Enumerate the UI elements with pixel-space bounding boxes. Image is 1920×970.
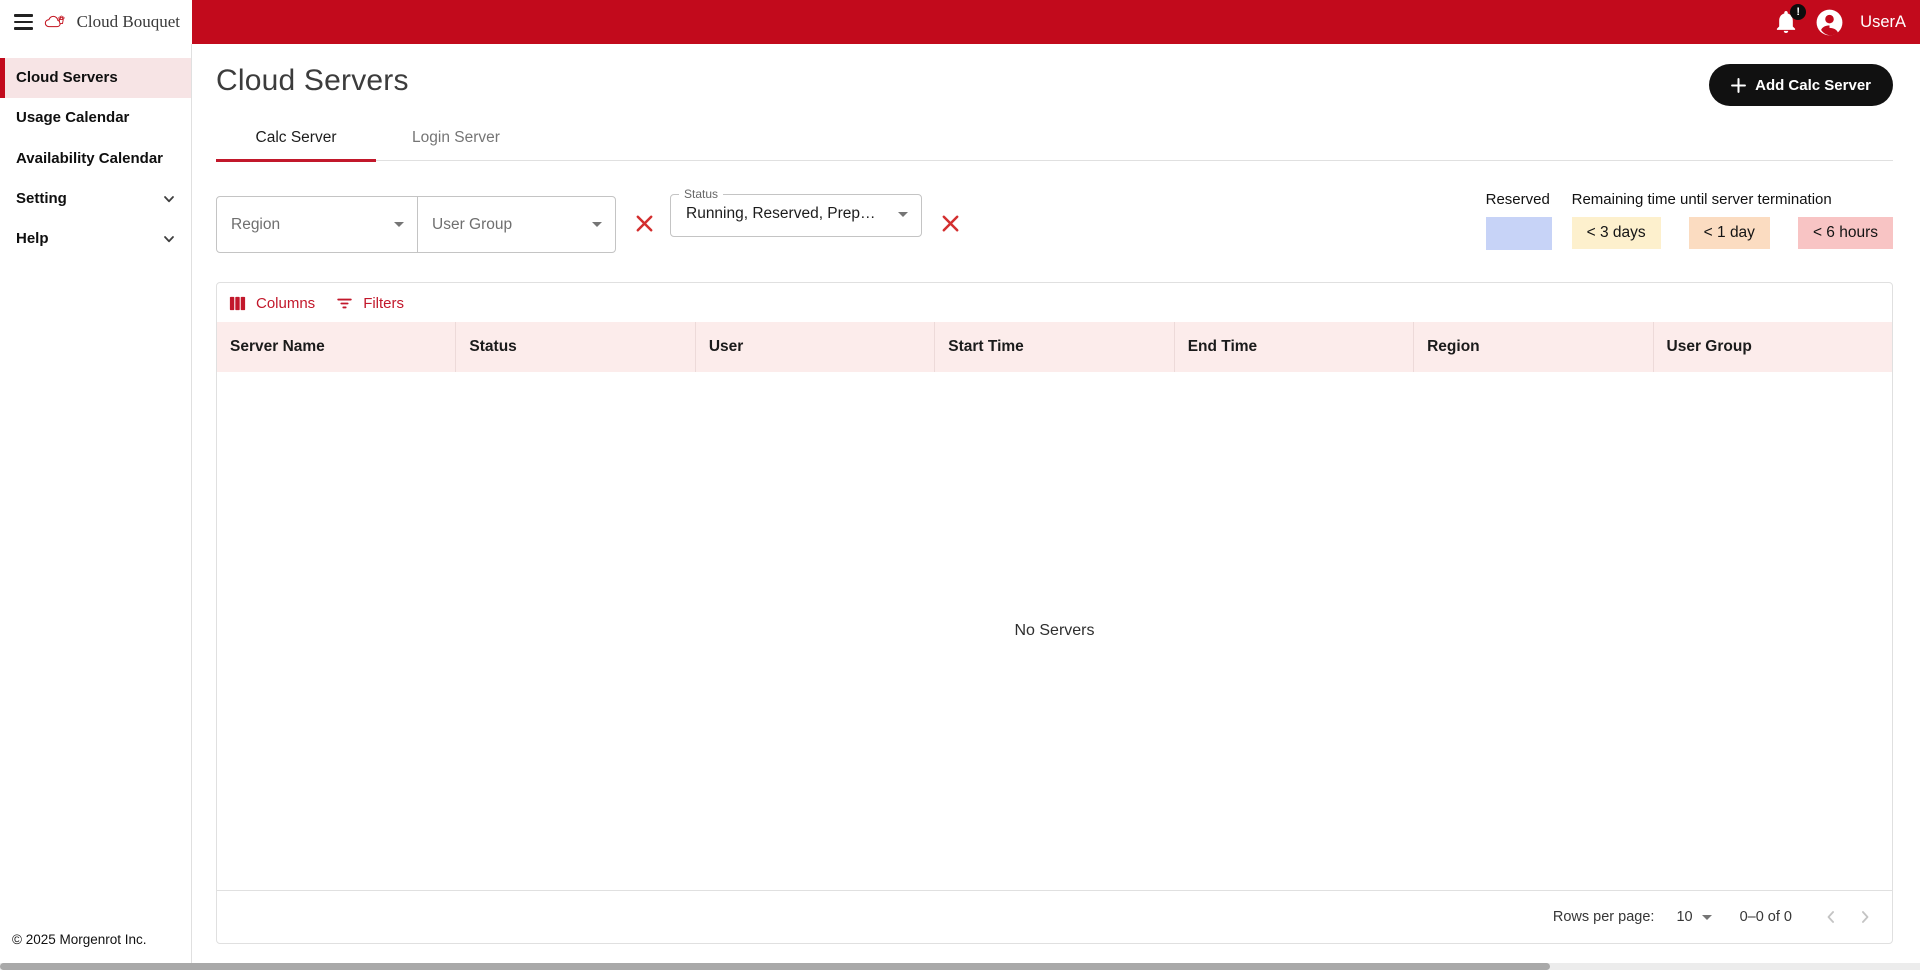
reserved-legend-label: Reserved [1486,191,1552,208]
copyright-text: © 2025 Morgenrot Inc. [0,932,191,963]
dropdown-caret-icon [898,212,908,217]
next-page-button[interactable] [1848,900,1882,934]
rows-per-page-select[interactable]: 10 [1676,909,1711,925]
top-bar: Cloud Bouquet ! UserA [0,0,1920,44]
sidebar-item-cloud-servers[interactable]: Cloud Servers [0,58,191,98]
chevron-left-icon [1821,907,1841,927]
region-select[interactable]: Region [217,197,417,252]
chevron-down-icon [161,191,177,207]
status-select[interactable]: Running, Reserved, Prep… [671,200,921,236]
rows-per-page-label: Rows per page: [1553,909,1655,925]
column-header-user[interactable]: User [696,322,935,372]
sidebar-item-label: Setting [16,189,67,209]
clear-status-filter-button[interactable] [939,212,962,235]
column-header-server-name[interactable]: Server Name [217,322,456,372]
servers-table: Columns Filters Server Name Status User … [216,282,1893,944]
tab-login-server[interactable]: Login Server [376,118,536,160]
table-pagination: Rows per page: 10 0–0 of 0 [217,890,1892,943]
empty-message: No Servers [1014,622,1094,640]
sidebar-item-help[interactable]: Help [0,219,191,259]
brand-name: Cloud Bouquet [77,12,180,32]
column-header-region[interactable]: Region [1414,322,1653,372]
sidebar-item-label: Help [16,229,49,249]
status-color-legend: Reserved Remaining time until server ter… [1486,191,1893,250]
notification-badge: ! [1790,4,1806,20]
user-group-select[interactable]: User Group [417,197,615,252]
user-avatar-icon[interactable] [1814,7,1845,38]
username[interactable]: UserA [1860,13,1906,32]
scrollbar-thumb[interactable] [0,963,1550,970]
tab-calc-server[interactable]: Calc Server [216,118,376,162]
cloud-bouquet-logo-icon [43,9,67,36]
chevron-down-icon [161,231,177,247]
close-icon [939,212,962,235]
remaining-time-legend-title: Remaining time until server termination [1572,191,1893,208]
chip-1-day: < 1 day [1689,217,1770,249]
columns-button[interactable]: Columns [228,294,315,313]
add-calc-server-button[interactable]: Add Calc Server [1709,64,1893,106]
main-content: Cloud Servers Add Calc Server Calc Serve… [192,44,1920,963]
dropdown-caret-icon [1702,915,1712,920]
reserved-legend: Reserved [1486,191,1552,250]
remaining-time-chips: < 3 days < 1 day < 6 hours [1572,217,1893,249]
filter-bar: Region User Group Status [216,179,1893,253]
chip-6-hours: < 6 hours [1798,217,1893,249]
page-header: Cloud Servers Add Calc Server [216,64,1893,106]
columns-button-label: Columns [256,295,315,312]
user-group-select-placeholder: User Group [432,216,512,234]
column-header-start-time[interactable]: Start Time [935,322,1174,372]
page-title: Cloud Servers [216,64,409,98]
menu-icon[interactable] [14,14,33,30]
sidebar-item-label: Usage Calendar [16,108,129,128]
status-select-value: Running, Reserved, Prep… [686,205,876,223]
sidebar: Cloud Servers Usage Calendar Availabilit… [0,44,192,963]
status-filter-fieldset: Status Running, Reserved, Prep… [670,188,922,237]
server-type-tabs: Calc Server Login Server [216,118,1893,161]
column-header-user-group[interactable]: User Group [1654,322,1892,372]
filters-button[interactable]: Filters [335,294,404,313]
filter-icon [335,294,354,313]
region-select-placeholder: Region [231,216,280,234]
plus-icon [1731,78,1746,93]
app-body: Cloud Servers Usage Calendar Availabilit… [0,44,1920,963]
chevron-right-icon [1855,907,1875,927]
previous-page-button[interactable] [1814,900,1848,934]
remaining-time-legend: Remaining time until server termination … [1572,191,1893,250]
dropdown-caret-icon [394,222,404,227]
notifications-button[interactable]: ! [1773,9,1799,35]
sidebar-item-usage-calendar[interactable]: Usage Calendar [0,98,191,138]
dropdown-caret-icon [592,222,602,227]
horizontal-scrollbar[interactable] [0,963,1920,970]
region-usergroup-select-group: Region User Group [216,196,616,253]
pagination-range: 0–0 of 0 [1740,909,1792,925]
table-empty-state: No Servers [217,372,1892,890]
app-window: Cloud Bouquet ! UserA Cloud Servers [0,0,1920,970]
rows-per-page-value: 10 [1676,909,1692,925]
close-icon [633,212,656,235]
chip-3-days: < 3 days [1572,217,1661,249]
column-header-status[interactable]: Status [456,322,695,372]
reserved-color-swatch [1486,217,1552,250]
sidebar-item-label: Cloud Servers [16,68,118,88]
column-header-end-time[interactable]: End Time [1175,322,1414,372]
brand-area: Cloud Bouquet [0,0,192,44]
status-filter-label: Status [679,188,723,200]
filters-button-label: Filters [363,295,404,312]
top-bar-actions: ! UserA [192,0,1920,44]
clear-region-usergroup-filter-button[interactable] [633,212,656,235]
columns-icon [228,294,247,313]
sidebar-item-setting[interactable]: Setting [0,179,191,219]
add-calc-server-label: Add Calc Server [1755,77,1871,94]
sidebar-item-availability-calendar[interactable]: Availability Calendar [0,139,191,179]
sidebar-item-label: Availability Calendar [16,149,163,169]
table-header-row: Server Name Status User Start Time End T… [217,322,1892,372]
table-toolbar: Columns Filters [217,283,1892,322]
